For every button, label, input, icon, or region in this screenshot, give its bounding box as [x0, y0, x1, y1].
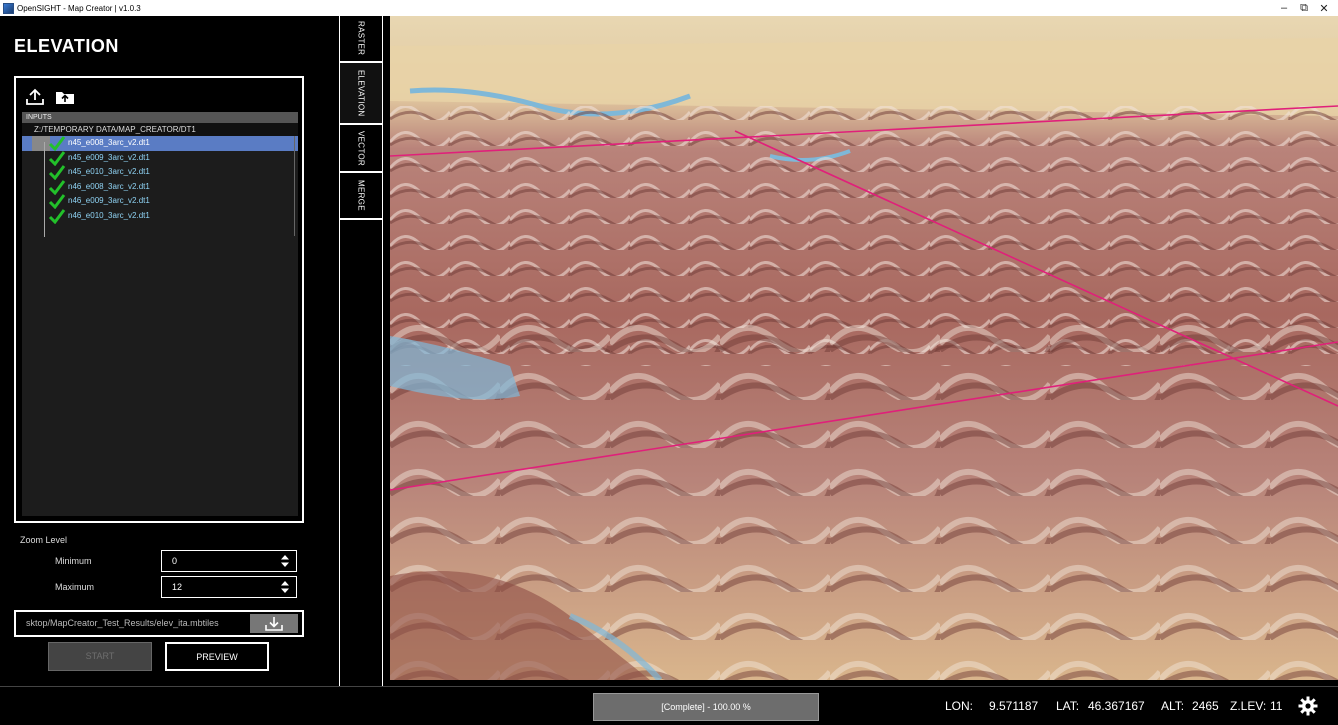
tab-raster[interactable]: RASTER — [340, 16, 382, 63]
tree-item[interactable]: n45_e008_3arc_v2.dt1 — [22, 136, 298, 151]
window-title: OpenSIGHT - Map Creator | v1.0.3 — [17, 3, 141, 13]
tree-header: INPUTS — [22, 112, 298, 123]
tree-item[interactable]: n45_e009_3arc_v2.dt1 — [22, 150, 298, 166]
tree-item-label: n45_e010_3arc_v2.dt1 — [68, 167, 150, 176]
download-icon — [265, 617, 283, 631]
output-file-field[interactable]: sktop/MapCreator_Test_Results/elev_ita.m… — [14, 610, 304, 637]
tree-guide-line — [44, 142, 45, 237]
upload-icon[interactable] — [24, 88, 46, 106]
alt-value: 2465 — [1192, 699, 1219, 713]
terrain-map-view[interactable] — [390, 16, 1338, 680]
tree-scrollbar[interactable] — [294, 136, 295, 236]
tab-merge[interactable]: MERGE — [340, 173, 382, 220]
tab-vector[interactable]: VECTOR — [340, 125, 382, 173]
checkmark-icon[interactable] — [48, 208, 66, 224]
title-bar: OpenSIGHT - Map Creator | v1.0.3 — [0, 0, 1338, 16]
elevation-panel: ELEVATION INPUTS Z:/TEMPORARY DATA/MAP_C… — [0, 16, 339, 686]
alt-label: ALT: — [1161, 699, 1185, 713]
tab-raster-label: RASTER — [356, 21, 366, 56]
tree-item[interactable]: n46_e009_3arc_v2.dt1 — [22, 194, 298, 209]
tree-item-label: n46_e009_3arc_v2.dt1 — [68, 196, 150, 205]
tab-vector-label: VECTOR — [356, 130, 366, 166]
output-path-input[interactable]: sktop/MapCreator_Test_Results/elev_ita.m… — [26, 612, 251, 635]
terrain-render[interactable] — [390, 16, 1338, 680]
lon-label: LON: — [945, 699, 974, 713]
tree-item-label: n45_e009_3arc_v2.dt1 — [68, 152, 150, 162]
tab-elevation-label: ELEVATION — [356, 69, 366, 117]
status-bar: [Complete] - 100.00 % LON: 9.571187 LAT:… — [0, 686, 1338, 725]
lat-value: 46.367167 — [1088, 699, 1145, 713]
panel-title: ELEVATION — [14, 36, 119, 56]
zoom-min-value: 0 — [172, 556, 178, 566]
lat-label: LAT: — [1056, 699, 1080, 713]
zlev-label: Z.LEV: — [1230, 699, 1267, 713]
zoom-min-label: Minimum — [55, 556, 92, 566]
vertical-tab-bar: RASTER ELEVATION VECTOR MERGE — [339, 16, 383, 686]
inputs-tree: INPUTS Z:/TEMPORARY DATA/MAP_CREATOR/DT1… — [22, 112, 298, 516]
tree-item-label: n46_e010_3arc_v2.dt1 — [68, 210, 150, 220]
stepper-arrows-icon[interactable] — [280, 554, 290, 568]
tree-item[interactable]: n46_e010_3arc_v2.dt1 — [22, 208, 298, 224]
stepper-arrows-icon[interactable] — [280, 580, 290, 594]
app-logo-icon — [3, 2, 14, 14]
zoom-max-label: Maximum — [55, 582, 95, 592]
tab-merge-label: MERGE — [356, 180, 366, 211]
preview-button[interactable]: PREVIEW — [165, 642, 269, 671]
tree-item[interactable]: n45_e010_3arc_v2.dt1 — [22, 165, 298, 180]
tree-item-label: n46_e008_3arc_v2.dt1 — [68, 181, 150, 191]
settings-gear-icon[interactable] — [1298, 696, 1318, 716]
lon-value: 9.571187 — [989, 699, 1039, 713]
zoom-min-stepper[interactable]: 0 — [161, 550, 297, 572]
tab-elevation[interactable]: ELEVATION — [340, 63, 382, 125]
inputs-box: INPUTS Z:/TEMPORARY DATA/MAP_CREATOR/DT1… — [14, 76, 304, 523]
zoom-max-value: 12 — [172, 582, 183, 592]
zlev-value: 11 — [1270, 699, 1283, 713]
tree-item[interactable]: n46_e008_3arc_v2.dt1 — [22, 179, 298, 195]
zoom-level-label: Zoom Level — [20, 535, 68, 545]
progress-text: [Complete] - 100.00 % — [661, 702, 751, 712]
progress-bar: [Complete] - 100.00 % — [593, 693, 819, 721]
start-button[interactable]: START — [48, 642, 152, 671]
folder-upload-icon[interactable] — [54, 88, 76, 106]
save-output-button[interactable] — [250, 614, 298, 633]
close-button[interactable]: ✕ — [1310, 0, 1338, 16]
zoom-max-stepper[interactable]: 12 — [161, 576, 297, 598]
tree-item-label: n45_e008_3arc_v2.dt1 — [68, 138, 150, 147]
